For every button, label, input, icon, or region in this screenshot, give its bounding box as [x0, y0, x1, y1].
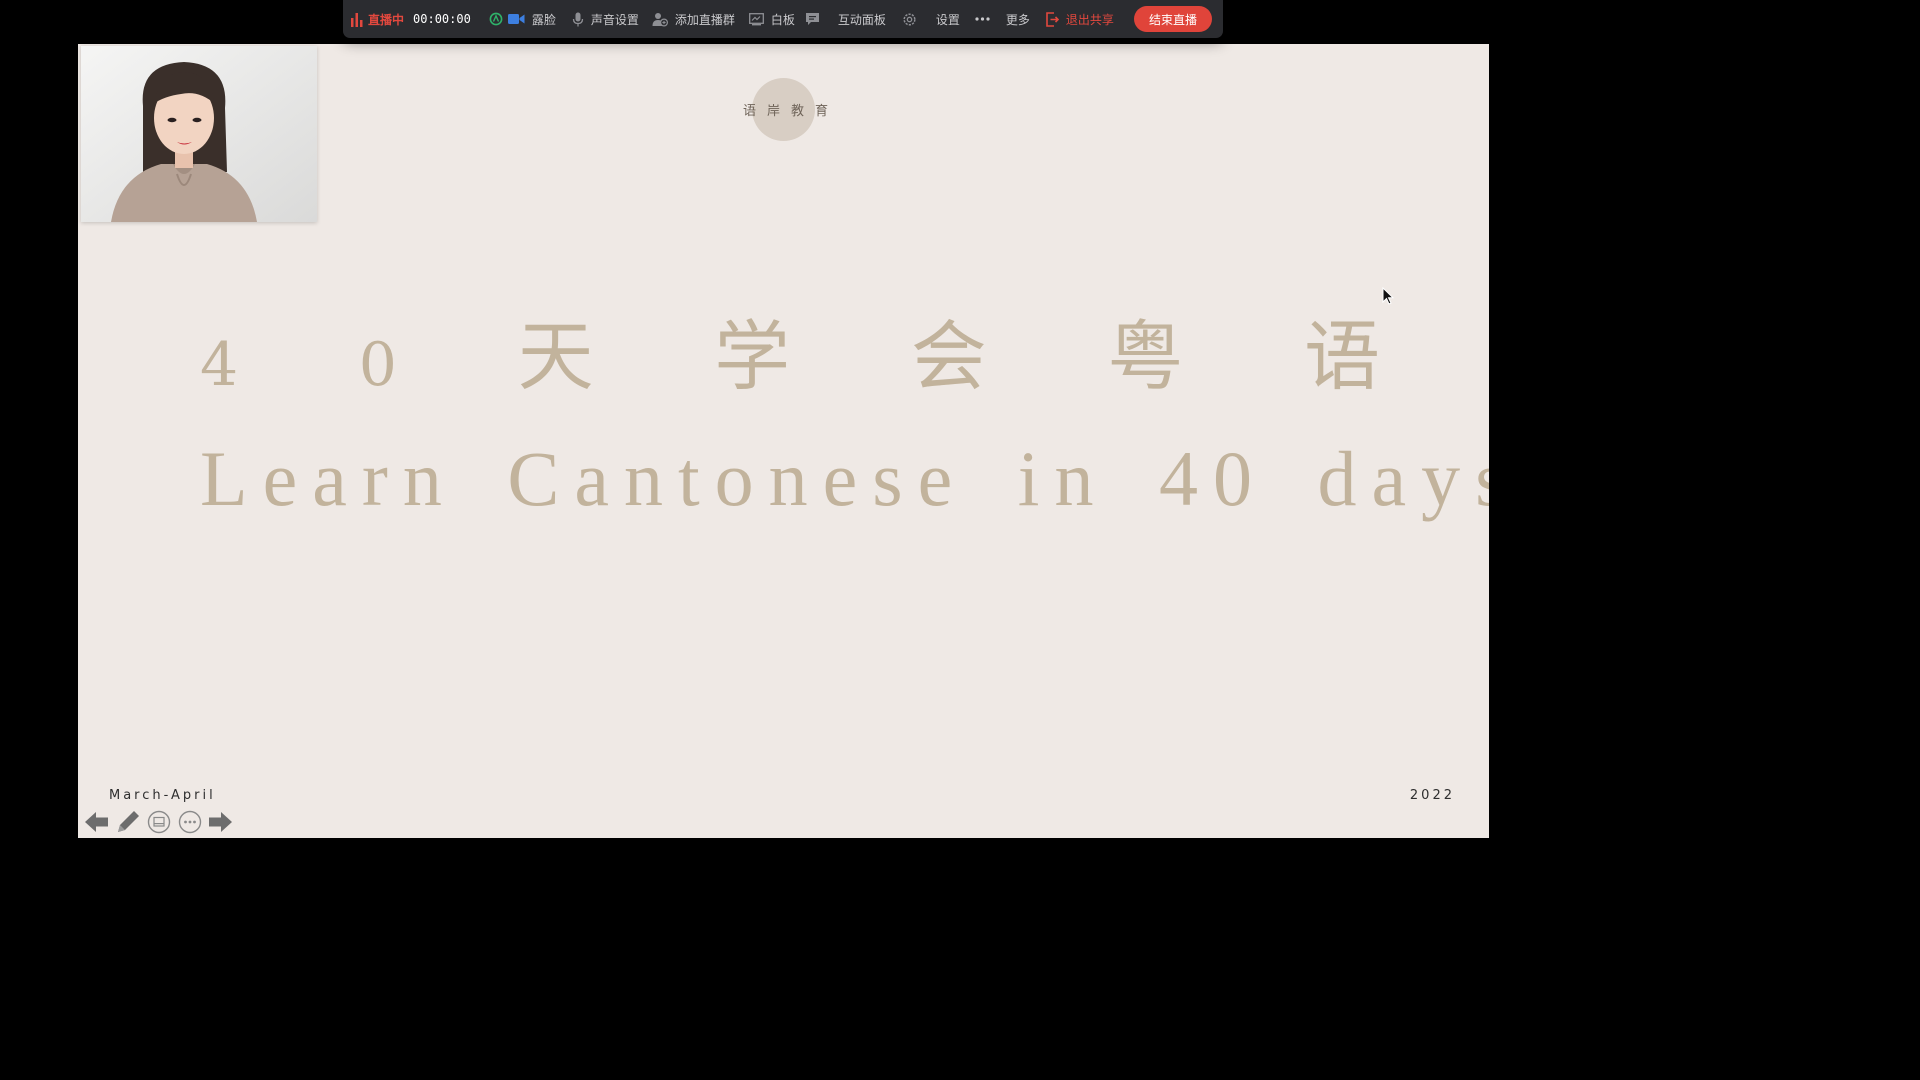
webcam-video[interactable] — [81, 46, 317, 222]
presentation-slide: 语岸教育 4 0 天 学 会 粤 语 Learn Cantonese in 40… — [78, 44, 1489, 838]
settings-label: 设置 — [935, 12, 960, 27]
brand-logo: 语岸教育 — [721, 77, 861, 141]
title-char: 语 — [1303, 312, 1380, 401]
slide-controls — [81, 809, 236, 835]
interactive-panel-button[interactable]: 互动面板 — [805, 0, 886, 38]
slides-grid-icon[interactable] — [143, 809, 174, 835]
group-icon — [652, 12, 668, 27]
add-group-label: 添加直播群 — [674, 12, 735, 27]
date-range-label: March-April — [109, 788, 216, 803]
stop-share-label: 退出共享 — [1065, 12, 1114, 27]
live-status: 直播中 — [350, 0, 404, 38]
title-char: 粤 — [1107, 312, 1184, 401]
arrow-right-icon[interactable] — [205, 809, 236, 835]
more-button[interactable]: 更多 — [975, 0, 1030, 38]
camera-label: 露脸 — [531, 12, 556, 27]
chat-bubble-icon — [805, 12, 820, 26]
more-circle-icon[interactable] — [174, 809, 205, 835]
live-label: 直播中 — [368, 12, 405, 27]
mouse-cursor — [1382, 286, 1395, 310]
whiteboard-button[interactable]: 白板 — [748, 0, 795, 38]
whiteboard-label: 白板 — [770, 12, 795, 27]
pencil-icon[interactable] — [112, 809, 143, 835]
slide-title-english: Learn Cantonese in 40 days — [200, 435, 1489, 522]
audio-settings-label: 声音设置 — [590, 12, 639, 27]
brand-name: 语岸教育 — [742, 104, 839, 119]
gear-icon — [902, 12, 917, 27]
bar-chart-icon — [350, 12, 364, 27]
title-char: 0 — [358, 330, 397, 400]
video-camera-icon — [507, 13, 525, 25]
year-label: 2022 — [1409, 788, 1455, 803]
end-live-button[interactable]: 结束直播 — [1133, 6, 1212, 32]
arrow-left-icon[interactable] — [81, 809, 112, 835]
add-group-button[interactable]: 添加直播群 — [652, 0, 735, 38]
camera-button[interactable]: 露脸 — [489, 0, 556, 38]
live-timer: 00:00:00 — [413, 12, 471, 26]
title-char: 4 — [200, 330, 239, 400]
audio-settings-button[interactable]: 声音设置 — [572, 0, 639, 38]
title-char: 天 — [517, 312, 594, 401]
interactive-panel-label: 互动面板 — [837, 12, 886, 27]
title-char: 学 — [714, 312, 791, 401]
more-label: 更多 — [1005, 12, 1030, 27]
slide-title-chinese: 4 0 天 学 会 粤 语 — [200, 312, 1380, 401]
live-toolbar: 直播中 00:00:00 露脸 声音设置 添加直播群 白板 互动面板 设置 更多… — [343, 0, 1223, 38]
microphone-icon — [572, 12, 584, 27]
face-beauty-icon — [489, 12, 503, 26]
ellipsis-icon — [975, 17, 990, 21]
whiteboard-icon — [748, 12, 764, 26]
settings-button[interactable]: 设置 — [902, 0, 960, 38]
stop-share-button[interactable]: 退出共享 — [1045, 0, 1114, 38]
title-char: 会 — [910, 312, 987, 401]
presenter-image — [81, 46, 317, 222]
exit-icon — [1045, 11, 1059, 27]
